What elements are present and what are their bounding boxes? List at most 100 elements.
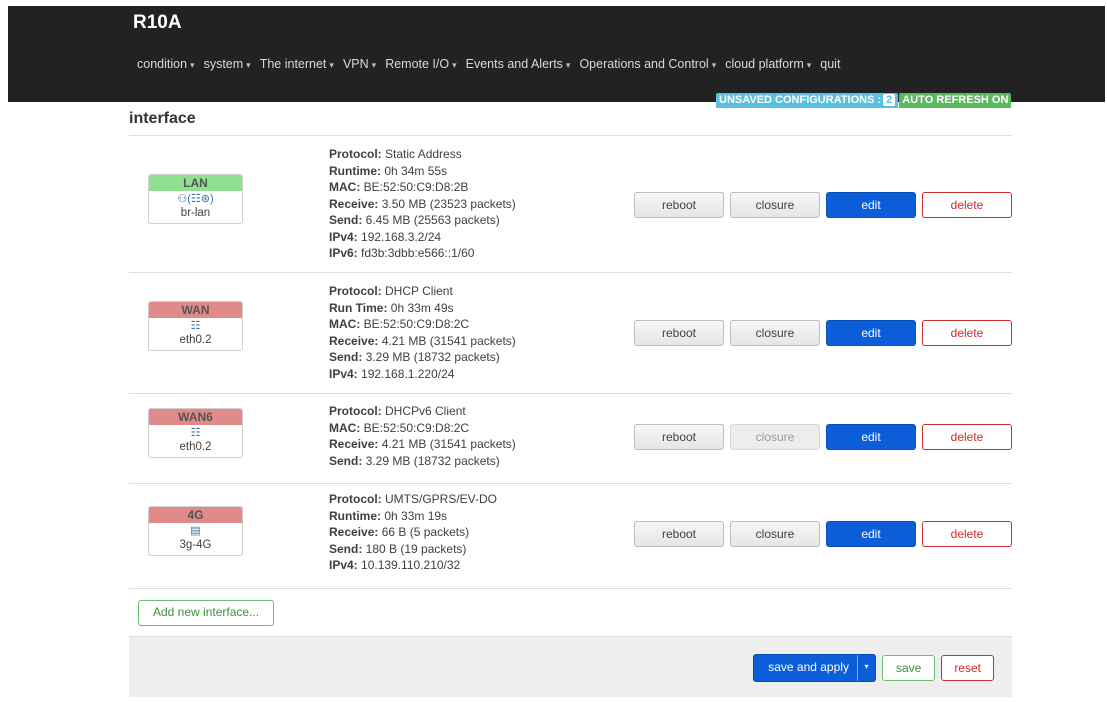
menu-events-alerts[interactable]: Events and Alerts ▾ — [466, 57, 580, 77]
row-actions: reboot closure edit delete — [634, 521, 1012, 547]
menu-quit[interactable]: quit — [820, 57, 849, 77]
closure-button[interactable]: closure — [730, 521, 820, 547]
interface-device: eth0.2 — [179, 441, 212, 453]
menu-the-internet[interactable]: The internet ▾ — [260, 57, 343, 77]
detail-line: Receive: 4.21 MB (31541 packets) — [329, 437, 516, 451]
detail-line: Protocol: DHCP Client — [329, 284, 453, 298]
caret-down-icon: ▾ — [246, 60, 251, 70]
interface-details: Protocol: UMTS/GPRS/EV-DO Runtime: 0h 33… — [329, 491, 497, 574]
interface-device: 3g-4G — [179, 539, 212, 551]
interface-row-wan6: WAN6 ☷ eth0.2 Protocol: DHCPv6 Client MA… — [129, 394, 1012, 484]
detail-line: MAC: BE:52:50:C9:D8:2C — [329, 420, 470, 435]
menu-label: Events and Alerts — [465, 57, 563, 71]
detail-line: Runtime: 0h 34m 55s — [329, 163, 448, 178]
menu-label: quit — [820, 57, 841, 71]
save-button[interactable]: save — [881, 655, 936, 681]
delete-button[interactable]: delete — [922, 521, 1012, 547]
add-new-interface-button[interactable]: Add new interface... — [138, 600, 275, 626]
detail-line: Send: 3.29 MB (18732 packets) — [329, 350, 500, 364]
reboot-button[interactable]: reboot — [634, 424, 724, 450]
top-navbar: R10A condition ▾ system ▾ The internet ▾ VP… — [8, 6, 1105, 108]
detail-line: Run Time: 0h 33m 49s — [329, 300, 454, 315]
page-footer-actions: save and apply ▾ save reset — [129, 636, 1012, 697]
interface-details: Protocol: DHCP Client Run Time: 0h 33m 4… — [329, 283, 516, 382]
menu-label: cloud platform — [725, 57, 804, 71]
detail-line: IPv4: 192.168.1.220/24 — [329, 366, 455, 381]
save-and-apply-button[interactable]: save and apply — [754, 655, 857, 681]
caret-down-icon: ▾ — [371, 60, 377, 70]
reboot-button[interactable]: reboot — [634, 320, 724, 346]
reset-button[interactable]: reset — [941, 655, 994, 681]
ethernet-port-icon: ☷ — [190, 320, 201, 332]
row-actions: reboot closure edit delete — [634, 320, 1012, 346]
cellular-modem-icon: ▤ — [190, 525, 201, 537]
menu-label: The internet — [259, 57, 327, 71]
main-menu: condition ▾ system ▾ The internet ▾ VPN ▾ Re… — [137, 57, 849, 77]
menu-label: Remote I/O — [385, 57, 450, 71]
detail-line: Send: 180 B (19 packets) — [329, 541, 467, 556]
menu-condition[interactable]: condition ▾ — [137, 57, 204, 77]
edit-button[interactable]: edit — [826, 424, 916, 450]
menu-system[interactable]: system ▾ — [204, 57, 260, 77]
ethernet-port-icon: ☷ — [190, 427, 201, 439]
menu-vpn[interactable]: VPN ▾ — [343, 57, 385, 77]
save-apply-dropdown-toggle[interactable]: ▾ — [856, 655, 875, 681]
caret-down-icon: ▾ — [565, 60, 571, 70]
menu-cloud-platform[interactable]: cloud platform ▾ — [725, 57, 820, 77]
delete-button[interactable]: delete — [922, 320, 1012, 346]
delete-button[interactable]: delete — [922, 424, 1012, 450]
save-and-apply-group: save and apply ▾ — [753, 654, 876, 682]
caret-down-icon: ▾ — [329, 60, 334, 70]
caret-down-icon: ▾ — [806, 60, 812, 70]
menu-operations-control[interactable]: Operations and Control ▾ — [579, 57, 725, 77]
detail-line: IPv4: 10.139.110.210/32 — [329, 558, 461, 572]
detail-line: Protocol: UMTS/GPRS/EV-DO — [329, 492, 498, 506]
interface-badge: 4G ▤ 3g-4G — [148, 506, 243, 556]
interface-row-4g: 4G ▤ 3g-4G Protocol: UMTS/GPRS/EV-DO Run… — [129, 484, 1012, 589]
interface-details: Protocol: DHCPv6 Client MAC: BE:52:50:C9… — [329, 403, 516, 469]
closure-button[interactable]: closure — [730, 320, 820, 346]
brand-title[interactable]: R10A — [133, 12, 182, 34]
interface-row-lan: LAN ⚇(☷⊛) br-lan Protocol: Static Addres… — [129, 136, 1012, 273]
caret-down-icon: ▾ — [190, 60, 195, 70]
interface-badge: LAN ⚇(☷⊛) br-lan — [148, 174, 243, 224]
edit-button[interactable]: edit — [826, 521, 916, 547]
interface-name: WAN — [149, 302, 242, 318]
detail-line: Protocol: DHCPv6 Client — [329, 404, 466, 418]
detail-line: MAC: BE:52:50:C9:D8:2B — [329, 180, 469, 194]
menu-label: VPN — [342, 57, 369, 71]
detail-line: Runtime: 0h 33m 19s — [329, 508, 448, 523]
interface-details: Protocol: Static Address Runtime: 0h 34m… — [329, 146, 516, 262]
detail-line: Receive: 4.21 MB (31541 packets) — [329, 333, 516, 348]
delete-button[interactable]: delete — [922, 192, 1012, 218]
menu-label: condition — [137, 57, 188, 71]
reboot-button[interactable]: reboot — [634, 192, 724, 218]
menu-label: system — [203, 57, 244, 71]
closure-button[interactable]: closure — [730, 424, 820, 450]
interface-name: WAN6 — [149, 409, 242, 425]
closure-button[interactable]: closure — [730, 192, 820, 218]
interface-name: 4G — [149, 507, 242, 523]
detail-line: Send: 3.29 MB (18732 packets) — [329, 453, 500, 468]
edit-button[interactable]: edit — [826, 192, 916, 218]
menu-remote-io[interactable]: Remote I/O ▾ — [385, 57, 465, 77]
detail-line: MAC: BE:52:50:C9:D8:2C — [329, 317, 470, 331]
bridge-network-icon: ⚇(☷⊛) — [177, 193, 214, 205]
row-actions: reboot closure edit delete — [634, 192, 1012, 218]
detail-line: Receive: 3.50 MB (23523 packets) — [329, 196, 516, 211]
detail-line: Send: 6.45 MB (25563 packets) — [329, 213, 500, 227]
caret-down-icon: ▾ — [452, 60, 457, 70]
edit-button[interactable]: edit — [826, 320, 916, 346]
detail-line: IPv4: 192.168.3.2/24 — [329, 229, 442, 244]
page-title: interface — [129, 102, 1012, 136]
detail-line: Receive: 66 B (5 packets) — [329, 525, 470, 539]
row-actions: reboot closure edit delete — [634, 424, 1012, 450]
interface-device: br-lan — [180, 207, 211, 219]
reboot-button[interactable]: reboot — [634, 521, 724, 547]
interface-badge: WAN6 ☷ eth0.2 — [148, 408, 243, 458]
interface-badge: WAN ☷ eth0.2 — [148, 301, 243, 351]
detail-line: Protocol: Static Address — [329, 147, 462, 161]
interfaces-page: interface LAN ⚇(☷⊛) br-lan Protocol: Sta… — [129, 102, 1012, 626]
interface-device: eth0.2 — [179, 334, 212, 346]
interface-name: LAN — [149, 175, 242, 191]
